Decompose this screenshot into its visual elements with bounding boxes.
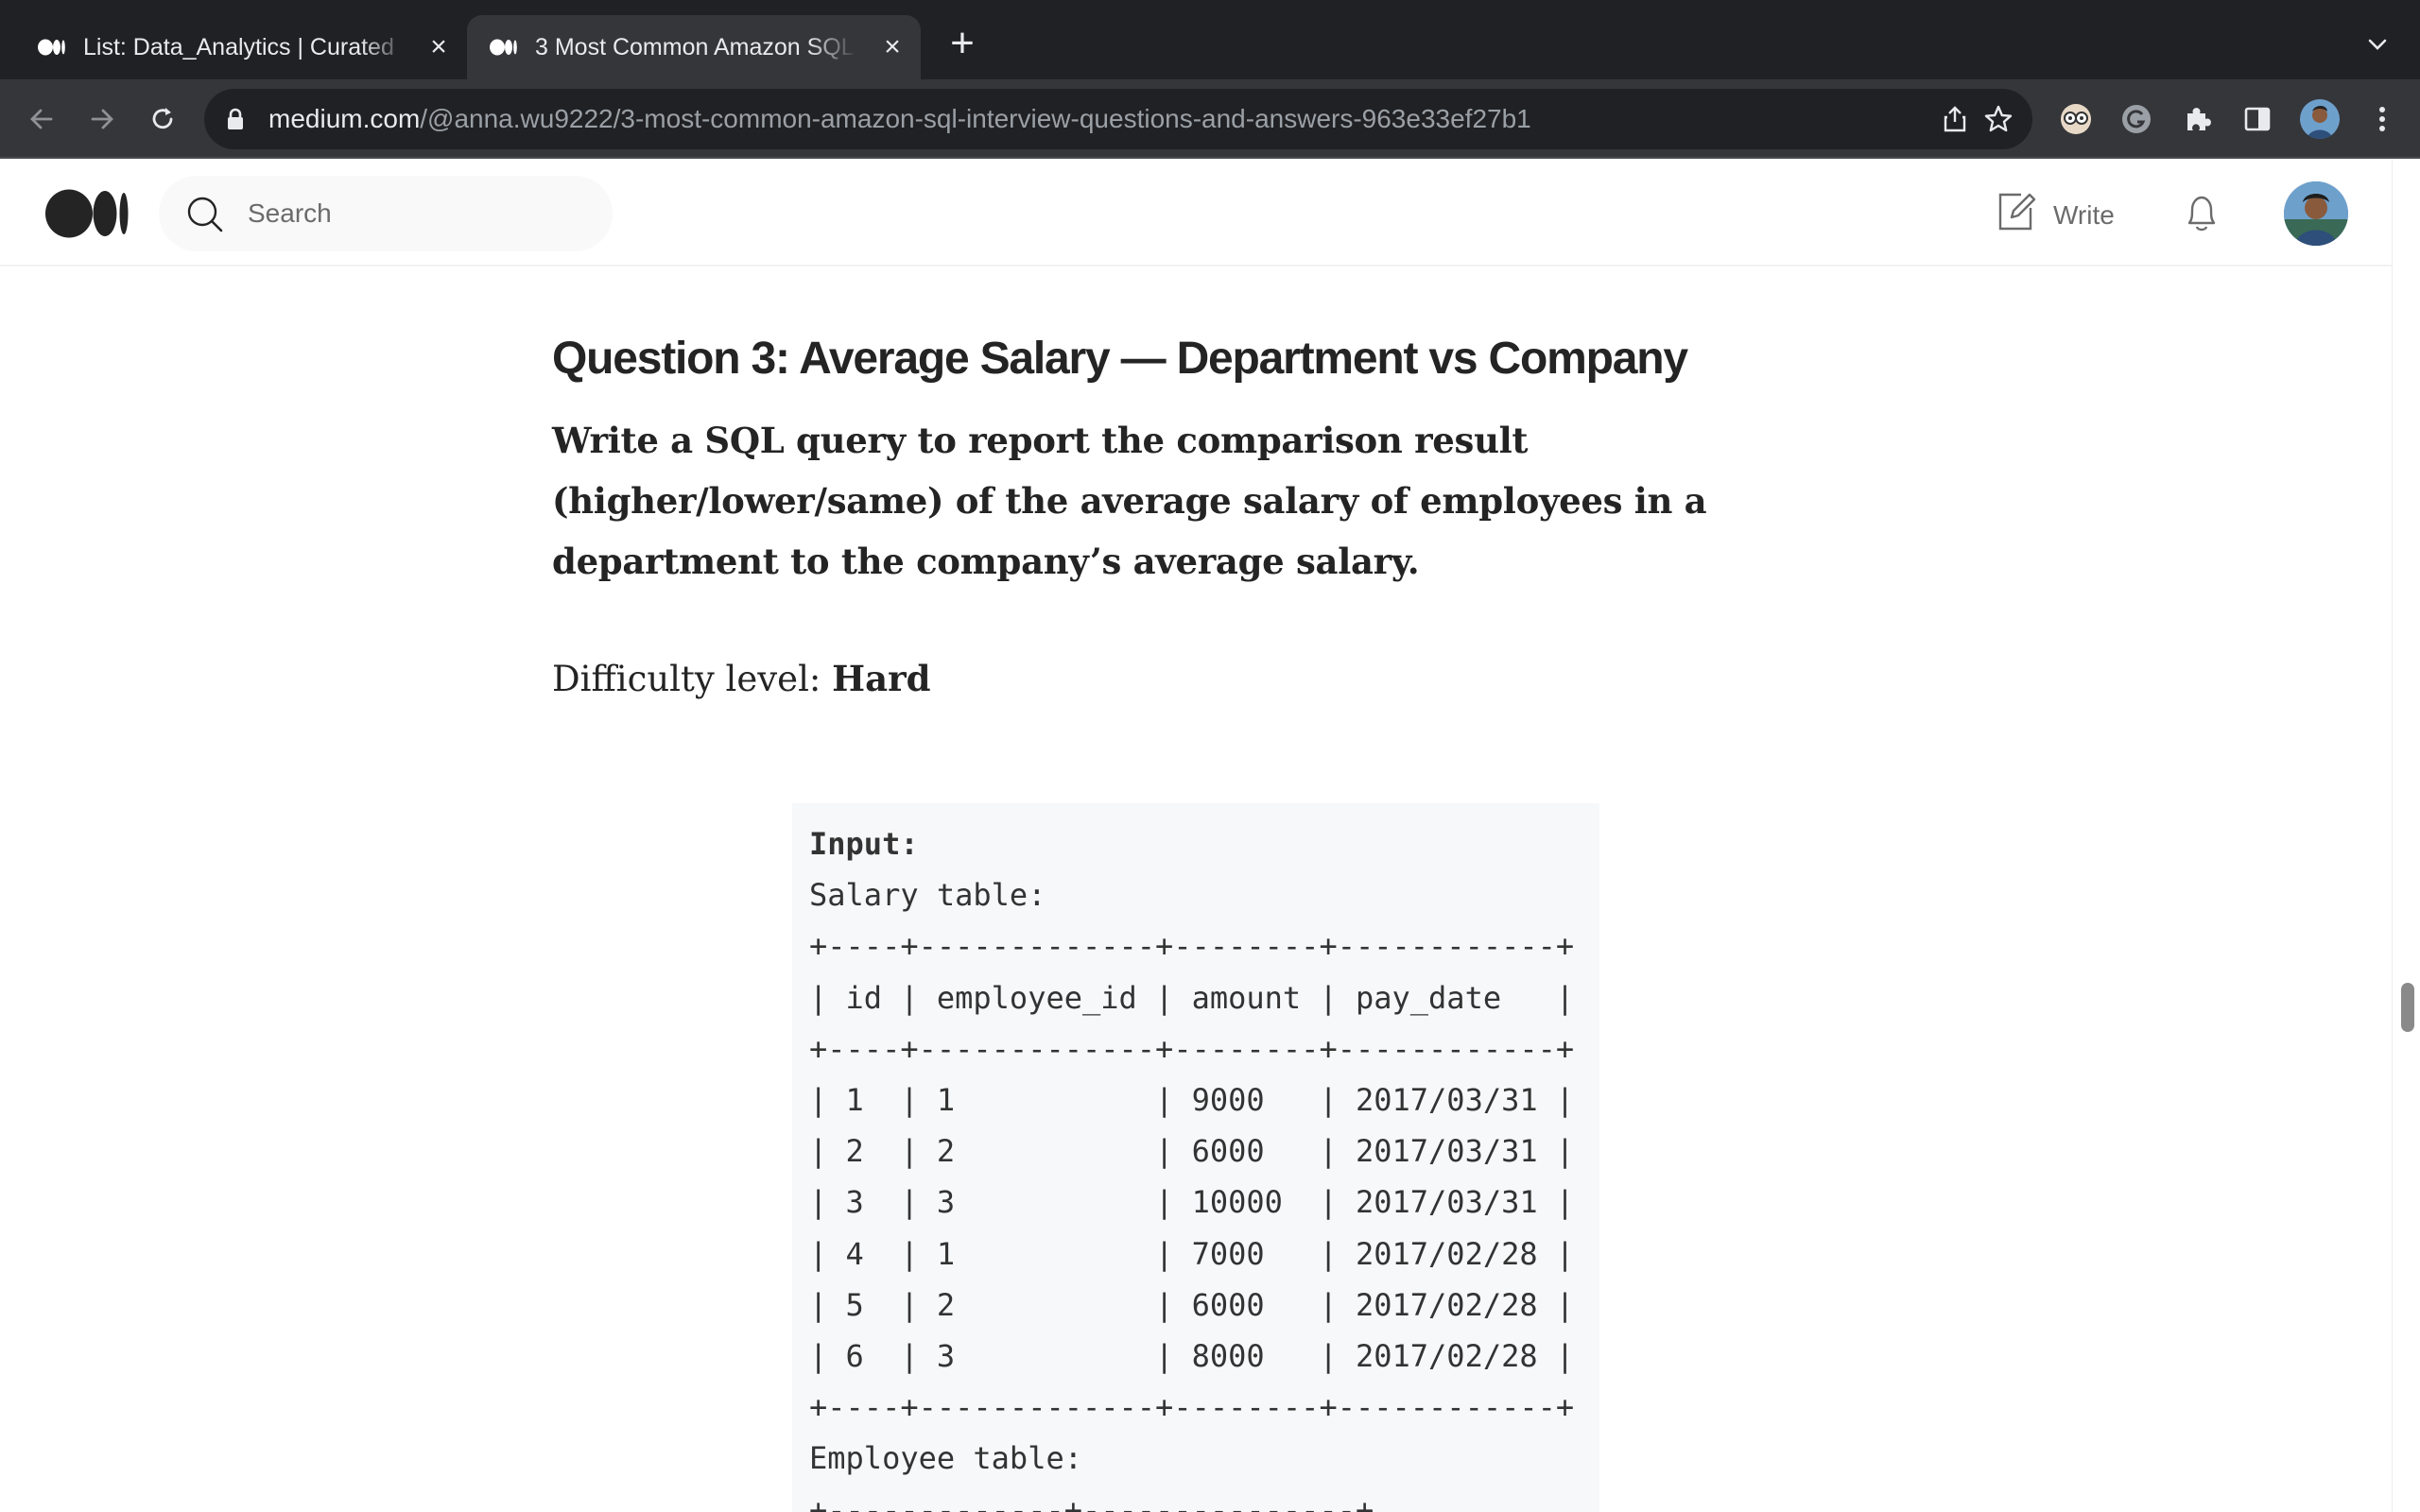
reload-icon[interactable] [142,98,183,140]
question-prompt: Write a SQL query to report the comparis… [552,420,1707,582]
code-line: +----+-------------+--------+-----------… [809,1389,1575,1426]
code-line: | 3 | 3 | 10000 | 2017/03/31 | [809,1184,1575,1221]
site-header: Write [0,161,2392,266]
code-line: | 6 | 3 | 8000 | 2017/02/28 | [809,1338,1575,1375]
search-icon [185,195,225,239]
medium-favicon-icon [490,37,518,58]
search-input[interactable] [248,193,588,234]
tab-strip: List: Data_Analytics | Curated × 3 Most … [0,0,2420,79]
code-line: Employee table: [809,1440,1082,1477]
write-button[interactable]: Write [1996,191,2115,239]
new-tab-plus-icon[interactable]: + [942,23,983,66]
medium-logo-icon[interactable] [45,189,129,243]
tab-title: 3 Most Common Amazon SQL [535,33,855,60]
search-box[interactable] [159,176,613,251]
code-line: +----+-------------+--------+-----------… [809,1030,1575,1067]
code-input-label: Input: [809,826,919,862]
tab-close-icon[interactable]: × [424,32,454,62]
profile-avatar[interactable] [2299,98,2341,140]
share-icon[interactable] [1938,102,1972,136]
code-line: Salary table: [809,877,1046,914]
code-line: +----+-------------+--------+-----------… [809,928,1575,965]
tab-amazon-sql-article[interactable]: 3 Most Common Amazon SQL × [467,15,921,79]
lock-icon[interactable] [227,108,244,135]
url-text[interactable]: medium.com/@anna.wu9222/3-most-common-am… [268,104,1531,134]
bookmark-star-icon[interactable] [1981,102,2015,136]
browser-menu-icon[interactable] [2363,100,2401,138]
grammarly-icon[interactable] [2118,100,2155,138]
code-line: | 2 | 2 | 6000 | 2017/03/31 | [809,1133,1575,1170]
code-line: +-------------+---------------+ [809,1491,1374,1512]
tab-close-icon[interactable]: × [877,32,908,62]
difficulty-line: Difficulty level: Hard [552,658,930,699]
code-line: | id | employee_id | amount | pay_date | [809,979,1575,1016]
extension-glasses-icon[interactable] [2057,100,2095,138]
sql-example-code: Input: Salary table: +----+-------------… [809,818,1574,1512]
user-avatar[interactable] [2284,181,2348,246]
address-bar[interactable]: medium.com/@anna.wu9222/3-most-common-am… [204,89,2032,149]
code-line: | 5 | 2 | 6000 | 2017/02/28 | [809,1286,1575,1323]
question-heading: Question 3: Average Salary — Department … [552,334,1688,384]
medium-favicon-icon [38,37,66,58]
write-label: Write [2053,199,2115,230]
back-arrow-icon[interactable] [21,98,62,140]
tab-search-chevron-icon[interactable] [2363,30,2392,59]
tab-data-analytics-list[interactable]: List: Data_Analytics | Curated × [0,15,467,79]
sql-example-image: Input: Salary table: +----+-------------… [792,803,1599,1512]
browser-toolbar: medium.com/@anna.wu9222/3-most-common-am… [0,79,2420,159]
difficulty-label: Difficulty level: [552,659,833,699]
code-line: | 4 | 1 | 7000 | 2017/02/28 | [809,1235,1575,1272]
extensions-puzzle-icon[interactable] [2178,100,2216,138]
code-line: | 1 | 1 | 9000 | 2017/03/31 | [809,1082,1575,1119]
difficulty-value: Hard [832,658,931,699]
page-scrollbar-thumb[interactable] [2401,983,2414,1032]
page-scrollbar-track[interactable] [2392,161,2420,1512]
side-panel-icon[interactable] [2238,100,2276,138]
write-pencil-icon [1996,191,2036,239]
notifications-bell-icon[interactable] [2182,193,2221,239]
tab-title: List: Data_Analytics | Curated [83,33,394,60]
forward-arrow-icon[interactable] [81,98,123,140]
